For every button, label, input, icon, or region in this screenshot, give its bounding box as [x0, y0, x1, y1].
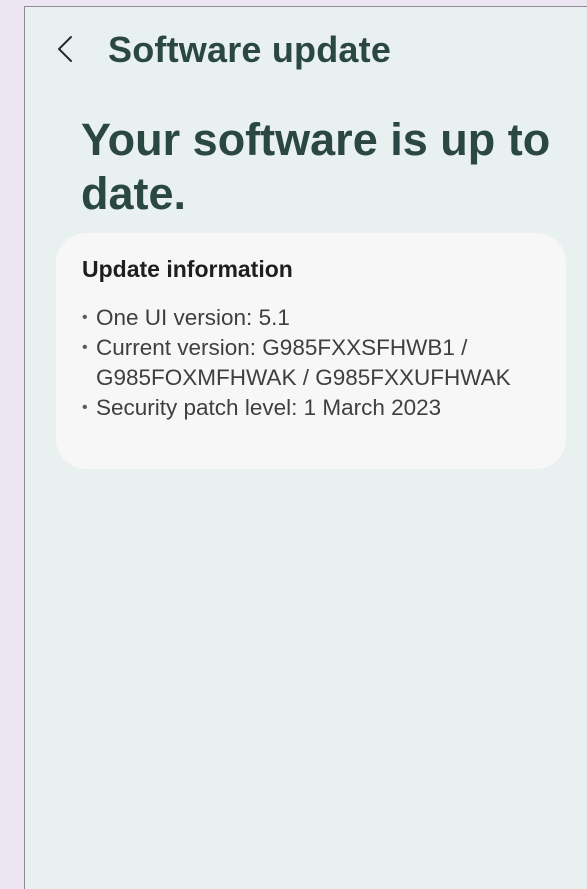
- chevron-left-icon: [57, 35, 73, 68]
- back-button[interactable]: [51, 31, 79, 71]
- card-title: Update information: [82, 256, 293, 282]
- page-title: Software update: [108, 29, 392, 70]
- update-status-headline: Your software is up to date.: [81, 114, 551, 219]
- update-info-list: One UI version: 5.1 Current version: G98…: [82, 303, 540, 423]
- update-information-card: Update information One UI version: 5.1 C…: [56, 233, 566, 469]
- list-item-current-version: Current version: G985FXXSFHWB1 / G985FOX…: [82, 333, 540, 393]
- list-item-security-patch: Security patch level: 1 March 2023: [82, 393, 540, 423]
- screen-frame: Software update Your software is up to d…: [24, 6, 587, 889]
- top-app-bar: Software update: [25, 7, 587, 99]
- list-item-one-ui-version: One UI version: 5.1: [82, 303, 540, 333]
